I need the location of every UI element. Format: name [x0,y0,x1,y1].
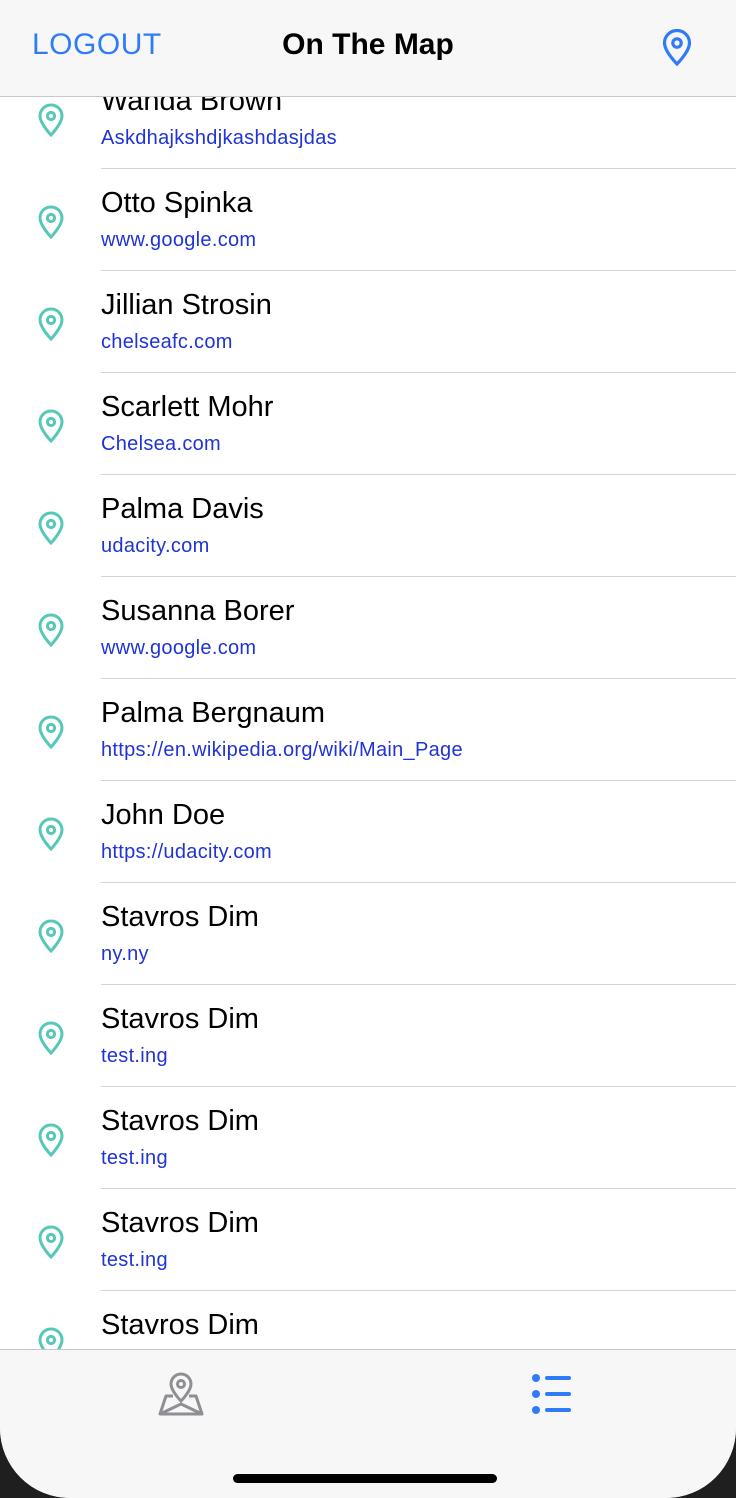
page-title: On The Map [282,28,454,61]
student-name: Jillian Strosin [101,289,272,321]
list-tab-icon[interactable] [521,1370,581,1420]
student-name: Stavros Dim [101,1105,259,1137]
location-pin-icon [38,103,64,137]
student-url: www.google.com [101,229,257,251]
app-screen: Wanda Brown Askdhajkshdjkashdasjdas Otto… [0,0,736,1498]
student-name: Stavros Dim [101,901,259,933]
student-url: udacity.com [101,535,210,557]
home-indicator[interactable] [233,1474,497,1483]
student-name: Otto Spinka [101,187,253,219]
student-url: https://en.wikipedia.org/wiki/Main_Page [101,739,463,761]
student-name: Palma Bergnaum [101,697,326,729]
map-tab-icon[interactable] [151,1370,211,1420]
location-pin-icon [38,1123,64,1157]
table-row[interactable]: John Doe https://udacity.com [38,781,736,883]
table-row[interactable]: Jillian Strosin chelseafc.com [38,271,736,373]
student-name: Susanna Borer [101,595,295,627]
student-name: Scarlett Mohr [101,391,274,423]
location-pin-icon[interactable] [662,28,692,66]
student-name: Stavros Dim [101,1207,259,1239]
student-name: Stavros Dim [101,1003,259,1035]
table-row[interactable]: Otto Spinka www.google.com [38,169,736,271]
student-url: https://udacity.com [101,841,272,863]
table-row[interactable]: Palma Bergnaum https://en.wikipedia.org/… [38,679,736,781]
location-pin-icon [38,205,64,239]
student-name: Stavros Dim [101,1309,259,1341]
table-row[interactable]: Stavros Dim test.ing [38,1189,736,1291]
location-pin-icon [38,1021,64,1055]
student-url: ny.ny [101,943,149,965]
location-pin-icon [38,511,64,545]
student-url: test.ing [101,1249,168,1271]
location-pin-icon [38,817,64,851]
student-url: test.ing [101,1045,168,1067]
table-row[interactable]: Stavros Dim test.ing [38,1087,736,1189]
table-row[interactable]: Palma Davis udacity.com [38,475,736,577]
location-pin-icon [38,1327,64,1349]
table-row[interactable]: Stavros Dim [38,1291,736,1349]
student-url: Chelsea.com [101,433,222,455]
student-url: test.ing [101,1147,168,1169]
table-row[interactable]: Stavros Dim ny.ny [38,883,736,985]
location-pin-icon [38,919,64,953]
student-url: Askdhajkshdjkashdasjdas [101,127,337,149]
student-url: chelseafc.com [101,331,233,353]
navigation-bar: LOGOUT On The Map [0,0,736,97]
student-name: Palma Davis [101,493,264,525]
student-list[interactable]: Wanda Brown Askdhajkshdjkashdasjdas Otto… [0,67,736,1349]
location-pin-icon [38,613,64,647]
student-url: www.google.com [101,637,257,659]
table-row[interactable]: Susanna Borer www.google.com [38,577,736,679]
location-pin-icon [38,409,64,443]
location-pin-icon [38,1225,64,1259]
table-row[interactable]: Scarlett Mohr Chelsea.com [38,373,736,475]
table-row[interactable]: Stavros Dim test.ing [38,985,736,1087]
student-name: John Doe [101,799,226,831]
location-pin-icon [38,715,64,749]
location-pin-icon [38,307,64,341]
